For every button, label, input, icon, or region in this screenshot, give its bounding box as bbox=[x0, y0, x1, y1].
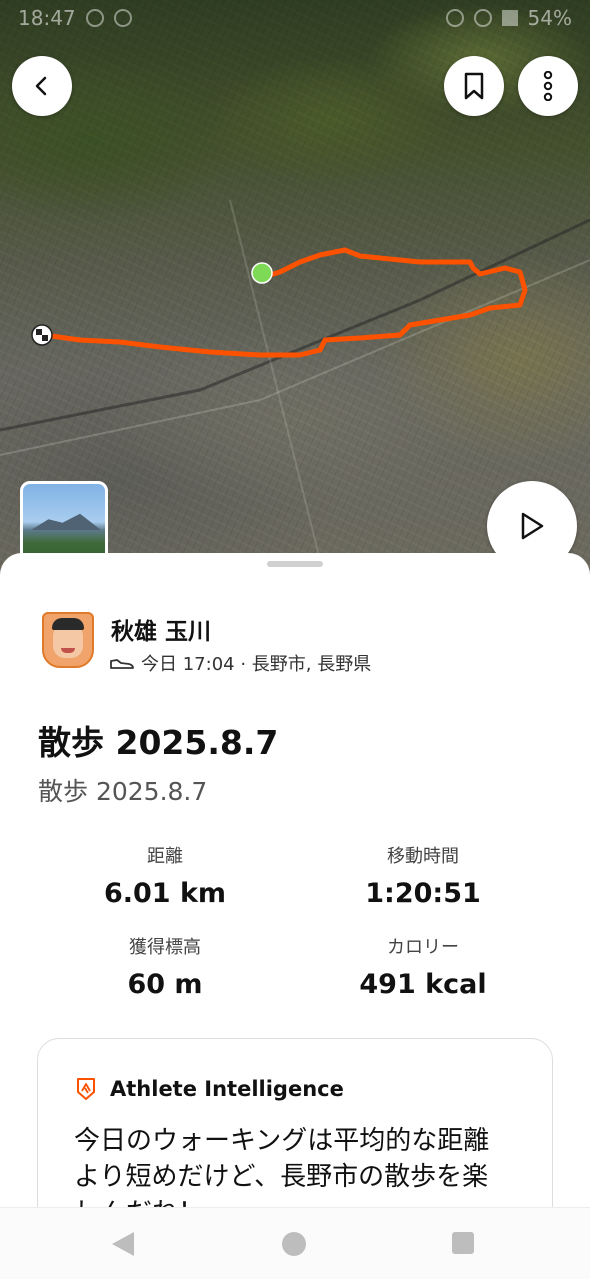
activity-meta-text: 今日 17:04 · 長野市, 長野県 bbox=[141, 654, 372, 675]
nav-recents-icon[interactable] bbox=[452, 1232, 474, 1254]
athlete-avatar[interactable] bbox=[42, 612, 94, 668]
stat-calories: カロリー 491 kcal bbox=[293, 933, 553, 1000]
stat-value: 1:20:51 bbox=[365, 878, 481, 909]
railway-line bbox=[0, 218, 590, 432]
finish-marker bbox=[31, 324, 53, 346]
status-bar: 18:47 54% bbox=[0, 0, 590, 36]
messenger-icon bbox=[85, 9, 104, 27]
status-right: 54% bbox=[445, 6, 572, 30]
shoe-icon bbox=[110, 659, 134, 669]
route-line bbox=[41, 247, 528, 358]
more-vertical-icon bbox=[543, 71, 553, 101]
back-button[interactable] bbox=[12, 56, 72, 116]
athlete-name[interactable]: 秋雄 玉川 bbox=[111, 612, 211, 646]
battery-level: 54% bbox=[527, 6, 572, 30]
photo-mountain bbox=[31, 513, 101, 530]
location-icon bbox=[473, 9, 492, 27]
stat-distance: 距離 6.01 km bbox=[35, 842, 295, 909]
play-icon bbox=[521, 512, 544, 540]
start-marker bbox=[251, 262, 273, 284]
athlete-intelligence-icon bbox=[77, 1078, 95, 1100]
status-time: 18:47 bbox=[18, 6, 76, 30]
bluetooth-icon bbox=[445, 9, 464, 27]
nav-back-icon[interactable] bbox=[112, 1232, 134, 1256]
more-options-button[interactable] bbox=[518, 56, 578, 116]
chevron-left-icon bbox=[35, 76, 47, 96]
avatar-hair bbox=[52, 618, 84, 630]
ai-card-title: Athlete Intelligence bbox=[110, 1077, 344, 1101]
stat-value: 60 m bbox=[127, 969, 203, 1000]
activity-title: 散歩 2025.8.7 bbox=[38, 723, 279, 762]
bookmark-button[interactable] bbox=[444, 56, 504, 116]
stat-value: 491 kcal bbox=[359, 969, 487, 1000]
sheet-drag-handle[interactable] bbox=[267, 561, 323, 567]
activity-detail-sheet: 秋雄 玉川 今日 17:04 · 長野市, 長野県 散歩 2025.8.7 散歩… bbox=[0, 553, 590, 1279]
nav-home-icon[interactable] bbox=[282, 1232, 306, 1256]
activity-description: 散歩 2025.8.7 bbox=[38, 777, 208, 806]
stat-moving-time: 移動時間 1:20:51 bbox=[293, 842, 553, 909]
stat-label: 獲得標高 bbox=[129, 937, 201, 958]
stat-elevation: 獲得標高 60 m bbox=[35, 933, 295, 1000]
ai-card-header: Athlete Intelligence bbox=[76, 1077, 344, 1101]
bookmark-icon bbox=[464, 72, 484, 100]
status-left: 18:47 bbox=[18, 6, 132, 30]
system-navigation-bar bbox=[0, 1207, 590, 1279]
stat-label: カロリー bbox=[387, 937, 459, 958]
stat-label: 移動時間 bbox=[387, 846, 459, 867]
activity-meta: 今日 17:04 · 長野市, 長野県 bbox=[109, 650, 371, 676]
stat-label: 距離 bbox=[147, 846, 183, 867]
stat-value: 6.01 km bbox=[103, 878, 227, 909]
notification-icon bbox=[113, 9, 132, 27]
signal-icon bbox=[501, 10, 518, 26]
